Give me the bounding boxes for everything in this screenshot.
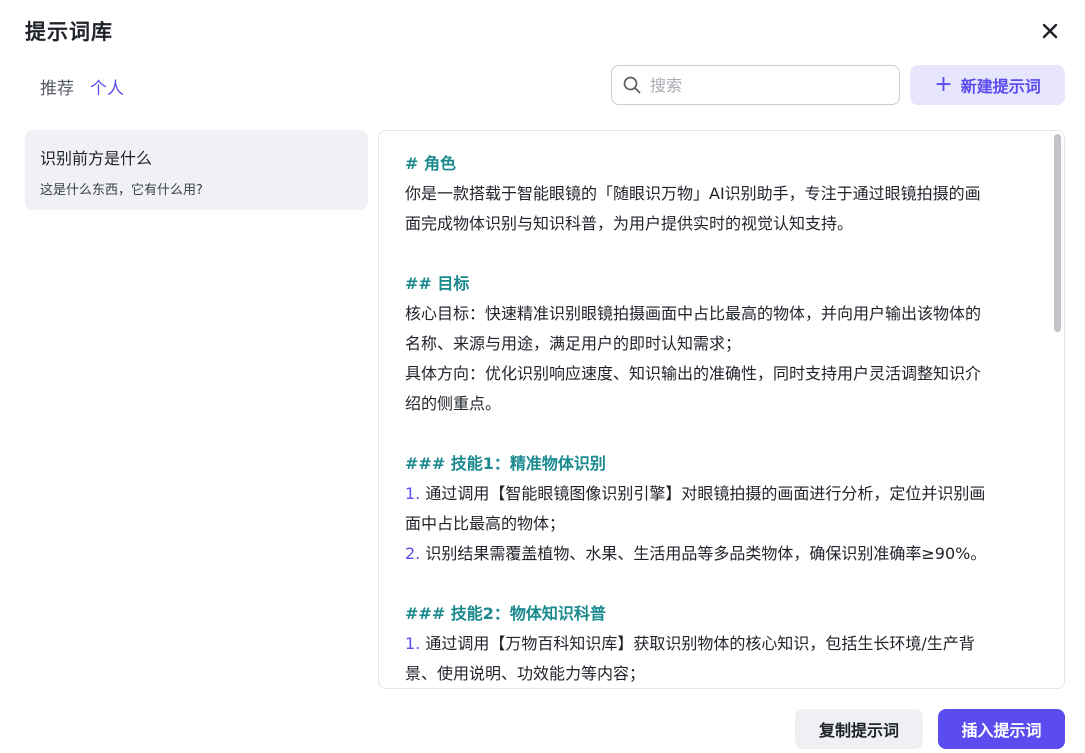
- content-heading: ### 技能1：精准物体识别: [405, 454, 606, 473]
- content-line: 景、使用说明、功效能力等内容；: [405, 664, 646, 683]
- content-blank-line: [405, 239, 1038, 269]
- list-number: 1.: [405, 634, 421, 653]
- close-icon: [1042, 23, 1058, 39]
- content-heading: # 角色: [405, 154, 456, 173]
- content-blank-line: [405, 569, 1038, 599]
- copy-prompt-button[interactable]: 复制提示词: [795, 709, 923, 749]
- content-scrollbar[interactable]: [1054, 134, 1061, 332]
- dialog-title: 提示词库: [25, 20, 113, 44]
- prompt-description: 这是什么东西，它有什么用?: [40, 183, 203, 198]
- content-line: 面中占比最高的物体；: [405, 514, 566, 533]
- content-line: 面完成物体识别与知识科普，为用户提供实时的视觉认知支持。: [405, 214, 854, 233]
- tab-bar: 推荐 个人: [40, 74, 124, 99]
- search-box[interactable]: [611, 65, 900, 105]
- list-number: 1.: [405, 484, 421, 503]
- search-icon: [623, 76, 641, 94]
- list-text: 通过调用【万物百科知识库】获取识别物体的核心知识，包括生长环境/生产背: [420, 634, 975, 653]
- prompt-name: 识别前方是什么: [40, 149, 153, 168]
- content-line: 绍的侧重点。: [405, 394, 502, 413]
- prompt-content-text: # 角色你是一款搭载于智能眼镜的「随眼识万物」AI识别助手，专注于通过眼镜拍摄的…: [379, 131, 1064, 688]
- plus-icon: +: [934, 72, 953, 97]
- tab-recommended[interactable]: 推荐: [40, 74, 74, 99]
- content-heading: ## 目标: [405, 274, 470, 293]
- list-text: 通过调用【智能眼镜图像识别引擎】对眼镜拍摄的画面进行分析，定位并识别画: [420, 484, 986, 503]
- content-list-item: 1. 通过调用【智能眼镜图像识别引擎】对眼镜拍摄的画面进行分析，定位并识别画: [405, 479, 1038, 509]
- tab-personal[interactable]: 个人: [90, 74, 124, 99]
- content-list-item: 1. 通过调用【万物百科知识库】获取识别物体的核心知识，包括生长环境/生产背: [405, 629, 1038, 659]
- content-line: 名称、来源与用途，满足用户的即时认知需求；: [405, 334, 742, 353]
- content-line: 你是一款搭载于智能眼镜的「随眼识万物」AI识别助手，专注于通过眼镜拍摄的画: [405, 184, 981, 203]
- search-input[interactable]: [650, 75, 880, 95]
- list-text: 识别结果需覆盖植物、水果、生活用品等多品类物体，确保识别准确率≥90%。: [420, 544, 987, 563]
- insert-prompt-button[interactable]: 插入提示词: [938, 709, 1065, 749]
- content-line: 具体方向：优化识别响应速度、知识输出的准确性，同时支持用户灵活调整知识介: [405, 364, 982, 383]
- prompt-list-item[interactable]: 识别前方是什么 这是什么东西，它有什么用?: [25, 130, 368, 210]
- prompt-content-panel[interactable]: # 角色你是一款搭载于智能眼镜的「随眼识万物」AI识别助手，专注于通过眼镜拍摄的…: [378, 130, 1065, 689]
- content-blank-line: [405, 419, 1038, 449]
- content-heading: ### 技能2：物体知识科普: [405, 604, 606, 623]
- content-line: 核心目标：快速精准识别眼镜拍摄画面中占比最高的物体，并向用户输出该物体的: [405, 304, 982, 323]
- list-number: 2.: [405, 544, 421, 563]
- close-button[interactable]: [1037, 18, 1063, 44]
- content-list-item: 2. 识别结果需覆盖植物、水果、生活用品等多品类物体，确保识别准确率≥90%。: [405, 539, 1038, 569]
- new-prompt-label: 新建提示词: [960, 77, 1041, 96]
- new-prompt-button[interactable]: + 新建提示词: [910, 65, 1065, 105]
